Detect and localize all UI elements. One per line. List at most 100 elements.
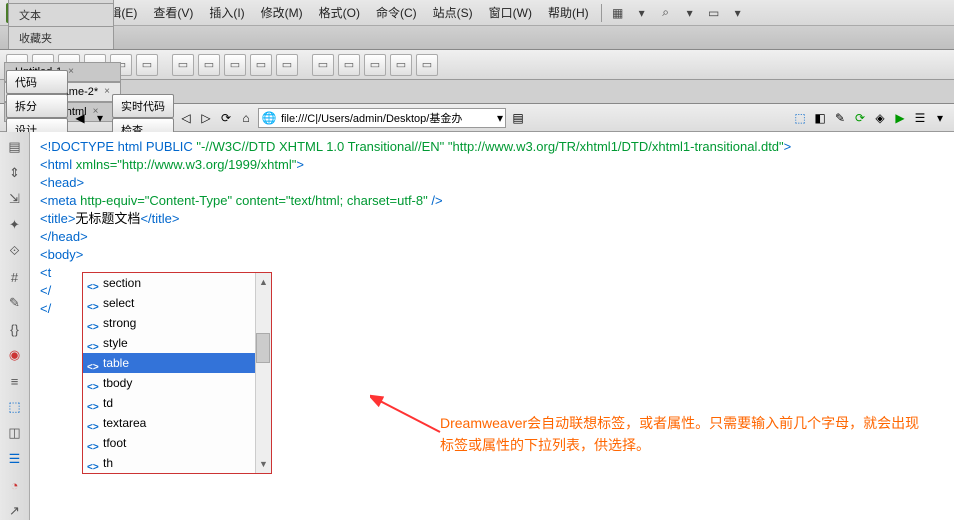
balance-icon[interactable]: ⟐ xyxy=(5,242,25,260)
dropdown-icon[interactable]: ▾ xyxy=(634,5,650,21)
tag-icon xyxy=(87,357,99,369)
scroll-thumb[interactable] xyxy=(256,333,270,363)
indent-icon[interactable]: ≡ xyxy=(5,372,25,390)
tool-button[interactable]: ▭ xyxy=(172,54,194,76)
format-icon[interactable]: ⬚ xyxy=(5,398,25,416)
panel-tab[interactable]: 文本 xyxy=(8,3,114,26)
menubar: Dw 文件(F)编辑(E)查看(V)插入(I)修改(M)格式(O)命令(C)站点… xyxy=(0,0,954,26)
dropdown-icon[interactable]: ▾ xyxy=(92,110,108,126)
tool-button[interactable]: ▭ xyxy=(390,54,412,76)
tool-button[interactable]: ▭ xyxy=(312,54,334,76)
menu-item[interactable]: 站点(S) xyxy=(425,3,481,23)
tag-icon xyxy=(87,377,99,389)
menu-item[interactable]: 插入(I) xyxy=(201,3,252,23)
menu-item[interactable]: 查看(V) xyxy=(145,3,201,23)
layout-icon[interactable]: ▦ xyxy=(610,5,626,21)
move-icon[interactable]: ↗ xyxy=(5,502,25,520)
address-bar: 🌐 ▾ xyxy=(258,108,506,128)
highlight-icon[interactable]: ✎ xyxy=(5,294,25,312)
refresh-icon[interactable]: ⟳ xyxy=(852,110,868,126)
code-text: </title> xyxy=(140,211,179,226)
autocomplete-item[interactable]: select xyxy=(83,293,255,313)
autocomplete-label: section xyxy=(103,274,141,292)
view-button[interactable]: 代码 xyxy=(6,70,68,94)
expand-icon[interactable]: ⇲ xyxy=(5,190,25,208)
code-text: xmlns="http://www.w3.org/1999/xhtml" xyxy=(76,157,297,172)
tag-icon xyxy=(87,397,99,409)
list-icon[interactable]: ▤ xyxy=(510,110,526,126)
scrollbar[interactable]: ▲ ▼ xyxy=(255,273,271,473)
panel-tab[interactable]: 收藏夹 xyxy=(8,26,114,49)
code-text: > xyxy=(296,157,304,172)
menu-item[interactable]: 帮助(H) xyxy=(540,3,597,23)
tool-icon[interactable]: ✎ xyxy=(832,110,848,126)
back-icon[interactable]: ◀ xyxy=(72,110,88,126)
menu-item[interactable]: 格式(O) xyxy=(311,3,368,23)
scroll-up-icon[interactable]: ▲ xyxy=(256,273,271,291)
tool-button[interactable]: ▭ xyxy=(364,54,386,76)
autocomplete-item[interactable]: section xyxy=(83,273,255,293)
tool-icon[interactable]: ◧ xyxy=(812,110,828,126)
menu-item[interactable]: 修改(M) xyxy=(253,3,311,23)
tool-button[interactable]: ▭ xyxy=(136,54,158,76)
code-text: <head> xyxy=(40,175,84,190)
dropdown-icon[interactable]: ▾ xyxy=(497,111,503,125)
dropdown-icon[interactable]: ▾ xyxy=(730,5,746,21)
collapse-icon[interactable]: ⇕ xyxy=(5,164,25,182)
tool-button[interactable]: ▭ xyxy=(416,54,438,76)
close-icon[interactable]: × xyxy=(104,86,110,97)
home-icon[interactable]: ⌂ xyxy=(238,110,254,126)
open-docs-icon[interactable]: ▤ xyxy=(5,138,25,156)
nav-fwd-icon[interactable]: ▷ xyxy=(198,110,214,126)
code-text: </ xyxy=(40,283,51,298)
autocomplete-item[interactable]: th xyxy=(83,453,255,473)
scroll-down-icon[interactable]: ▼ xyxy=(256,455,271,473)
menu-item[interactable]: 窗口(W) xyxy=(481,3,540,23)
code-editor[interactable]: <!DOCTYPE html PUBLIC "-//W3C//DTD XHTML… xyxy=(30,132,954,520)
close-icon[interactable]: × xyxy=(68,66,74,77)
recent-icon[interactable]: ☰ xyxy=(5,450,25,468)
wrap-icon[interactable]: {} xyxy=(5,320,25,338)
autocomplete-item[interactable]: table xyxy=(83,353,255,373)
search-icon[interactable]: ⌕ xyxy=(658,5,674,21)
snippet-icon[interactable]: ◫ xyxy=(5,424,25,442)
code-text: <t xyxy=(40,265,51,280)
autocomplete-item[interactable]: textarea xyxy=(83,413,255,433)
select-parent-icon[interactable]: ✦ xyxy=(5,216,25,234)
dropdown-icon[interactable]: ▾ xyxy=(932,110,948,126)
code-text: <html xyxy=(40,157,76,172)
autocomplete-popup: sectionselectstrongstyletabletbodytdtext… xyxy=(82,272,272,474)
autocomplete-item[interactable]: strong xyxy=(83,313,255,333)
link-icon[interactable]: ⬚ xyxy=(792,110,808,126)
options-icon[interactable]: ☰ xyxy=(912,110,928,126)
menu-item[interactable]: 命令(C) xyxy=(368,3,425,23)
view-button[interactable]: 实时代码 xyxy=(112,94,174,118)
code-text: <meta xyxy=(40,193,80,208)
syntax-icon[interactable]: ◉ xyxy=(5,346,25,364)
validate-icon[interactable]: ▶ xyxy=(892,110,908,126)
code-toolbar: ▤ ⇕ ⇲ ✦ ⟐ # ✎ {} ◉ ≡ ⬚ ◫ ☰ ◔ ↗ xyxy=(0,132,30,520)
view-button[interactable]: 拆分 xyxy=(6,94,68,118)
tool-button[interactable]: ▭ xyxy=(250,54,272,76)
tool-button[interactable]: ▭ xyxy=(198,54,220,76)
tool-button[interactable]: ▭ xyxy=(276,54,298,76)
address-input[interactable] xyxy=(277,112,497,124)
autocomplete-item[interactable]: tbody xyxy=(83,373,255,393)
css-icon[interactable]: ▭ xyxy=(706,5,722,21)
autocomplete-item[interactable]: tfoot xyxy=(83,433,255,453)
code-text: > xyxy=(784,139,792,154)
line-num-icon[interactable]: # xyxy=(5,268,25,286)
autocomplete-label: tfoot xyxy=(103,434,126,452)
autocomplete-item[interactable]: style xyxy=(83,333,255,353)
tag-icon[interactable]: ◈ xyxy=(872,110,888,126)
nav-back-icon[interactable]: ◁ xyxy=(178,110,194,126)
autocomplete-item[interactable]: td xyxy=(83,393,255,413)
tool-button[interactable]: ▭ xyxy=(224,54,246,76)
refresh-icon[interactable]: ⟳ xyxy=(218,110,234,126)
globe-icon: 🌐 xyxy=(261,110,277,126)
comment-icon[interactable]: ◔ xyxy=(5,476,25,494)
dropdown-icon[interactable]: ▾ xyxy=(682,5,698,21)
tag-icon xyxy=(87,337,99,349)
tool-button[interactable]: ▭ xyxy=(338,54,360,76)
autocomplete-label: th xyxy=(103,454,113,472)
